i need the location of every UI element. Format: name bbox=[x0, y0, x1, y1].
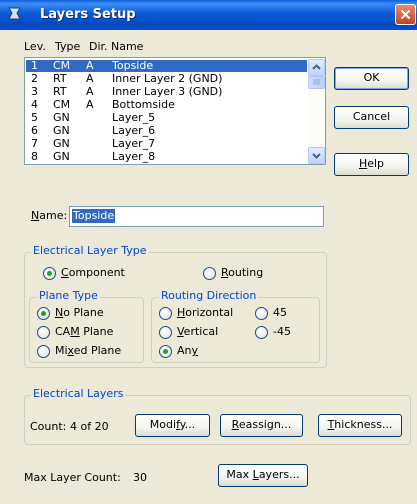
list-item[interactable]: 2 RT A Inner Layer 2 (GND) bbox=[26, 72, 307, 85]
modify-button[interactable]: Modify... bbox=[135, 414, 210, 437]
window-title: Layers Setup bbox=[40, 7, 136, 22]
chevron-up-icon bbox=[312, 64, 321, 70]
any-radio[interactable] bbox=[159, 345, 172, 358]
no-plane-radio[interactable] bbox=[37, 307, 50, 320]
header-dir: Dir. bbox=[89, 40, 108, 53]
horizontal-label[interactable]: Horizontal bbox=[177, 306, 233, 319]
name-label: Name: bbox=[31, 209, 68, 222]
list-item[interactable]: 1 CM A Topside bbox=[26, 59, 307, 72]
electrical-layers-title: Electrical Layers bbox=[31, 387, 126, 400]
plane-type-title: Plane Type bbox=[37, 289, 100, 302]
component-radio[interactable] bbox=[43, 267, 56, 280]
count-value: 4 of 20 bbox=[70, 420, 109, 433]
scroll-up-button[interactable] bbox=[308, 59, 325, 76]
close-button[interactable] bbox=[395, 4, 416, 25]
max-layer-count-label: Max Layer Count: bbox=[24, 471, 121, 484]
list-scrollbar[interactable] bbox=[308, 59, 325, 164]
mixed-plane-label[interactable]: Mixed Plane bbox=[55, 344, 121, 357]
count-label: Count: bbox=[30, 420, 67, 433]
routing-label[interactable]: Routing bbox=[221, 266, 263, 279]
thickness-button[interactable]: Thickness... bbox=[318, 414, 402, 437]
max-layers-button[interactable]: Max Layers... bbox=[218, 464, 308, 487]
routing-direction-title: Routing Direction bbox=[159, 289, 259, 302]
horizontal-radio[interactable] bbox=[159, 307, 172, 320]
chevron-down-icon bbox=[312, 153, 321, 159]
minus-45-label[interactable]: -45 bbox=[273, 325, 291, 338]
layer-list[interactable]: 1 CM A Topside 2 RT A Inner Layer 2 (GND) 3 RT A… bbox=[24, 57, 326, 165]
electrical-layer-type-title: Electrical Layer Type bbox=[31, 244, 149, 257]
list-item[interactable]: 4 CM A Bottomside bbox=[26, 98, 307, 111]
45-label[interactable]: 45 bbox=[273, 306, 287, 319]
scroll-thumb[interactable] bbox=[308, 76, 325, 89]
name-value: Topside bbox=[72, 209, 116, 223]
mixed-plane-radio[interactable] bbox=[37, 345, 50, 358]
cam-plane-radio[interactable] bbox=[37, 326, 50, 339]
cancel-button[interactable]: Cancel bbox=[334, 106, 409, 129]
app-icon bbox=[8, 7, 21, 20]
minus-45-radio[interactable] bbox=[255, 326, 268, 339]
ok-button[interactable]: OK bbox=[334, 67, 409, 90]
name-field[interactable]: Topside bbox=[69, 206, 324, 227]
header-name: Name bbox=[111, 40, 144, 53]
component-label[interactable]: Component bbox=[61, 266, 125, 279]
header-type: Type bbox=[55, 40, 81, 53]
vertical-label[interactable]: Vertical bbox=[177, 325, 218, 338]
list-item[interactable]: 3 RT A Inner Layer 3 (GND) bbox=[26, 85, 307, 98]
scroll-down-button[interactable] bbox=[308, 147, 325, 164]
routing-radio[interactable] bbox=[203, 267, 216, 280]
45-radio[interactable] bbox=[255, 307, 268, 320]
title-bar[interactable]: Layers Setup bbox=[0, 0, 417, 30]
list-item[interactable]: 7 GN Layer_7 bbox=[26, 137, 307, 150]
no-plane-label[interactable]: No Plane bbox=[55, 306, 104, 319]
list-item[interactable]: 8 GN Layer_8 bbox=[26, 150, 307, 163]
max-layer-count-value: 30 bbox=[133, 471, 147, 484]
grip-icon bbox=[313, 79, 320, 85]
list-item[interactable]: 6 GN Layer_6 bbox=[26, 124, 307, 137]
help-button[interactable]: Help bbox=[334, 153, 409, 176]
layers-setup-dialog: Layers Setup Lev. Type Dir. Name 1 CM A Top… bbox=[0, 0, 417, 504]
list-item[interactable]: 5 GN Layer_5 bbox=[26, 111, 307, 124]
reassign-button[interactable]: Reassign... bbox=[220, 414, 303, 437]
vertical-radio[interactable] bbox=[159, 326, 172, 339]
header-lev: Lev. bbox=[24, 40, 46, 53]
any-label[interactable]: Any bbox=[177, 344, 198, 357]
cam-plane-label[interactable]: CAM Plane bbox=[55, 325, 113, 338]
close-icon bbox=[400, 9, 411, 20]
